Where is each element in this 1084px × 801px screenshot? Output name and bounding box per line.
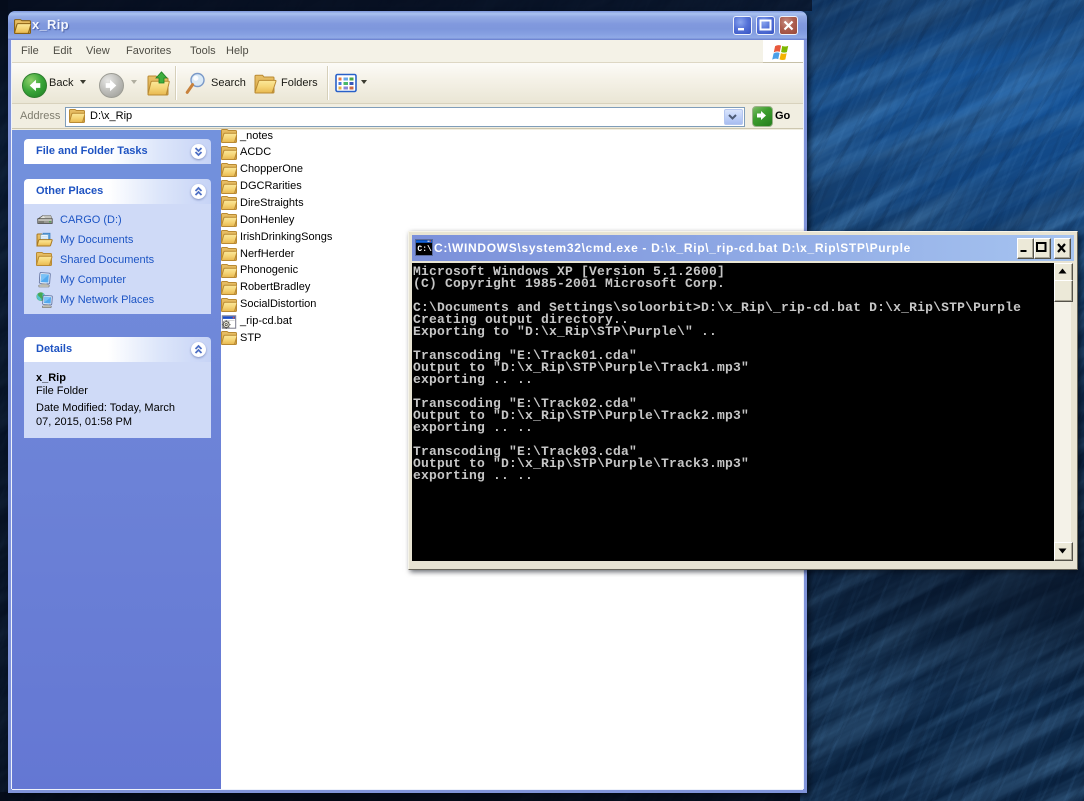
svg-text:C:\: C:\ [417,245,432,254]
